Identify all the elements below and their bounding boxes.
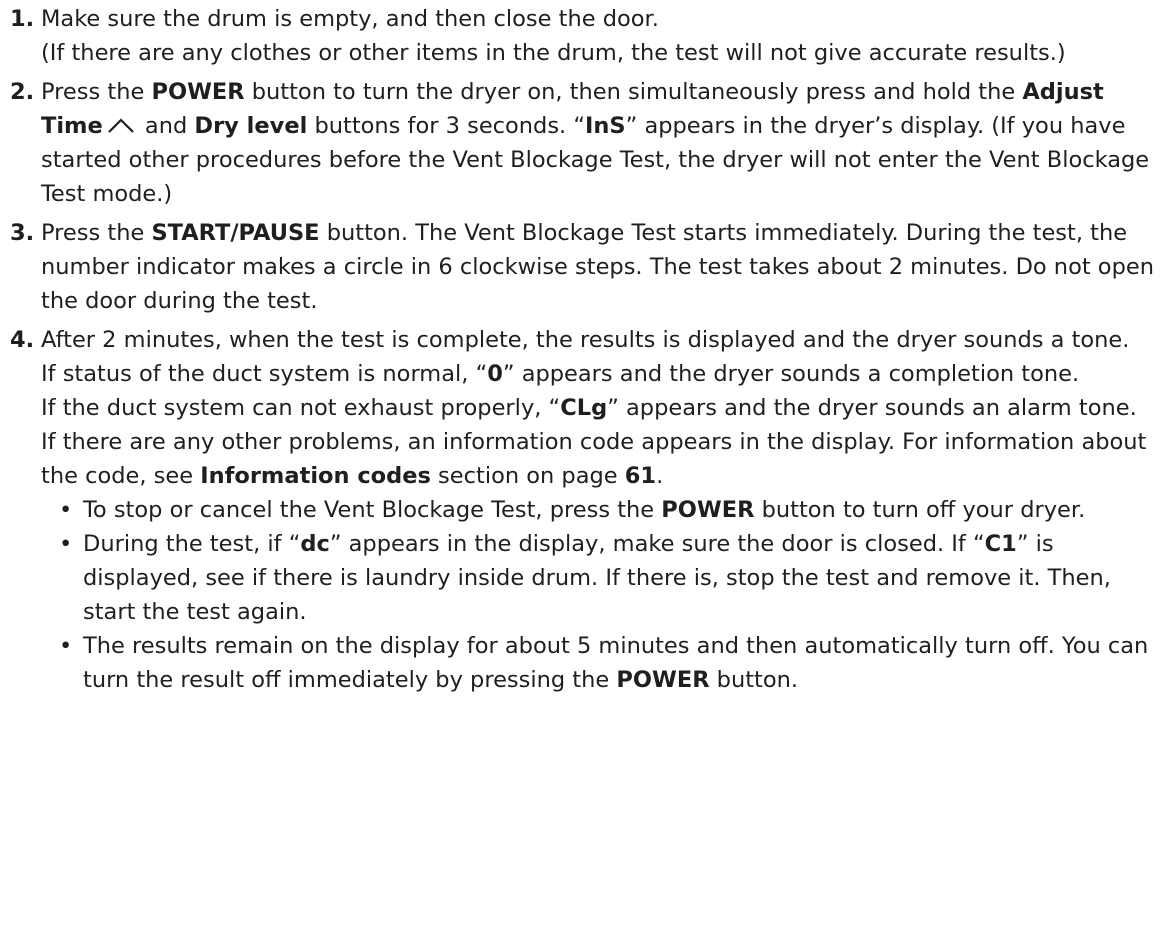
step-note: (If there are any clothes or other items… <box>41 40 1066 66</box>
step-text: Press the POWER button to turn the dryer… <box>41 75 1157 211</box>
display-code-clg: CLg <box>560 395 608 421</box>
result-normal-text: If status of the duct system is normal, … <box>41 357 1157 391</box>
step-text: After 2 minutes, when the test is comple… <box>41 327 1130 353</box>
result-clogged-text: If the duct system can not exhaust prope… <box>41 391 1157 425</box>
bullet-item-results-display: • The results remain on the display for … <box>41 629 1157 697</box>
power-button-label: POWER <box>616 667 710 693</box>
text-run: button to turn off your dryer. <box>754 497 1086 523</box>
instruction-page: 1. Make sure the drum is empty, and then… <box>0 0 1169 946</box>
text-run: section on page <box>430 463 625 489</box>
step-2: 2. Press the POWER button to turn the dr… <box>0 75 1169 211</box>
result-other-text: If there are any other problems, an info… <box>41 425 1157 493</box>
bullet-item-door-check: • During the test, if “dc” appears in th… <box>41 527 1157 629</box>
text-run: To stop or cancel the Vent Blockage Test… <box>83 497 662 523</box>
dry-level-button-label: Dry level <box>194 113 308 139</box>
information-codes-reference: Information codes <box>200 463 431 489</box>
text-run: Press the <box>41 79 152 105</box>
bullet-icon: • <box>59 497 73 523</box>
text-run: If the duct system can not exhaust prope… <box>41 395 561 421</box>
text-run: During the test, if “ <box>83 531 301 557</box>
step-4: 4. After 2 minutes, when the test is com… <box>0 323 1169 697</box>
text-run: ” appears in the display, make sure the … <box>329 531 985 557</box>
step-number: 2. <box>10 79 35 105</box>
step-text: Press the START/PAUSE button. The Vent B… <box>41 216 1157 318</box>
vent-blockage-test-steps: 1. Make sure the drum is empty, and then… <box>0 2 1169 697</box>
power-button-label: POWER <box>661 497 755 523</box>
chevron-up-icon <box>107 118 134 133</box>
text-run: button to turn the dryer on, then simult… <box>244 79 1023 105</box>
text-run: Press the <box>41 220 152 246</box>
text-run: . <box>656 463 664 489</box>
display-code-dc: dc <box>300 531 330 557</box>
step-3: 3. Press the START/PAUSE button. The Ven… <box>0 216 1169 318</box>
bullet-item-stop: • To stop or cancel the Vent Blockage Te… <box>41 493 1157 527</box>
text-run: ” appears and the dryer sounds an alarm … <box>607 395 1137 421</box>
text-run: If status of the duct system is normal, … <box>41 361 488 387</box>
step-number: 4. <box>10 327 35 353</box>
bullet-icon: • <box>59 633 73 659</box>
step-number: 1. <box>10 6 35 32</box>
text-run: buttons for 3 seconds. “ <box>307 113 586 139</box>
step-number: 3. <box>10 220 35 246</box>
text-run: ” appears and the dryer sounds a complet… <box>502 361 1080 387</box>
power-button-label: POWER <box>151 79 245 105</box>
page-reference: 61 <box>624 463 657 489</box>
display-code-ins: InS <box>585 113 626 139</box>
display-code-0: 0 <box>487 361 503 387</box>
step-4-notes: • To stop or cancel the Vent Blockage Te… <box>41 493 1157 697</box>
step-1: 1. Make sure the drum is empty, and then… <box>0 2 1169 70</box>
bullet-icon: • <box>59 531 73 557</box>
start-pause-button-label: START/PAUSE <box>151 220 320 246</box>
text-run: button. <box>709 667 799 693</box>
step-text: Make sure the drum is empty, and then cl… <box>41 6 659 32</box>
display-code-c1: C1 <box>984 531 1017 557</box>
text-run: and <box>137 113 195 139</box>
